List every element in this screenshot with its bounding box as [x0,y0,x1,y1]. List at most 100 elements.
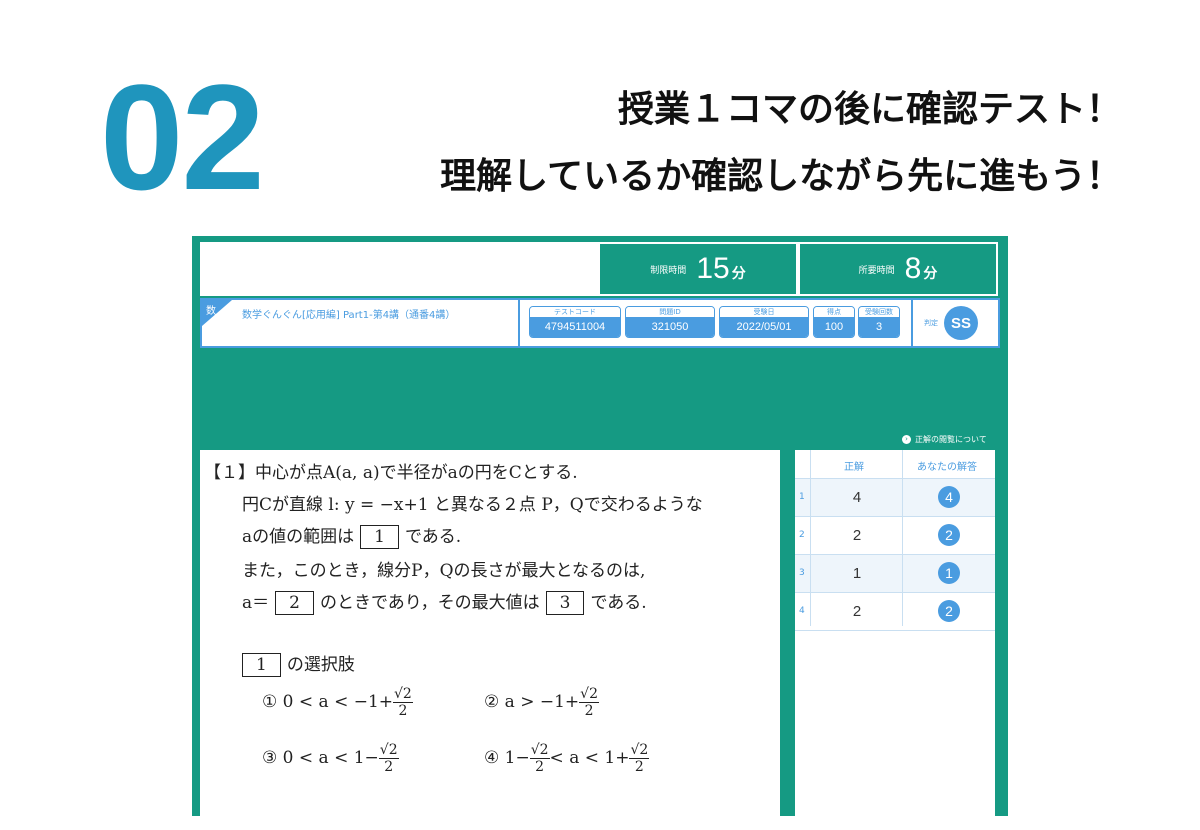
choice-mark: ② [484,692,500,712]
answer-note-label: 正解の閲覧について [915,435,987,444]
choice-mark: ④ [484,748,500,768]
headline-line1: 授業１コマの後に確認テスト！ [617,89,1122,130]
time-limit-value: 15 [696,252,730,285]
choice-text: 1− [504,748,530,768]
course-title: 数学ぐんぐん[応用編] Part1-第4講（通番4講） [242,310,456,321]
fraction: √2 2 [629,742,650,775]
choice-mark: ③ [262,748,278,768]
row-index: 2 [799,530,805,540]
your-answer-badge: 4 [938,486,960,508]
question-text: である. [404,527,462,547]
field-label: 受験日 [720,307,808,317]
time-limit: 制限時間 15 分 [600,244,796,294]
answer-row: 3 1 1 [795,555,995,593]
answer-box-2: 2 [275,591,314,615]
fraction-numerator: √2 [393,686,413,703]
headline-line2: 理解しているか確認しながら先に進もう！ [440,156,1122,197]
step-number: 02 [100,53,265,221]
question-text: aの値の範囲は [242,527,355,547]
choice-text: 0 < a < 1− [282,748,379,768]
time-spent-unit: 分 [923,266,938,282]
question-line-2: 円Cが直線 l: y = −x+1 と異なる２点 P，Qで交わるような [242,495,703,515]
question-text: である. [590,593,647,613]
question-text: a＝ [242,593,270,613]
column-divider [902,450,903,626]
choice-text: a > −1+ [504,692,580,712]
question-text: 中心が点A(a, a)で半径がaの円をCとする. [255,463,578,483]
answer-note-link[interactable]: › 正解の閲覧について [902,434,987,445]
field-value: 4794511004 [530,317,620,337]
field-value: 100 [814,317,854,337]
fraction-denominator: 2 [398,703,408,719]
question-number: 【１】 [204,463,255,483]
header-correct: 正解 [844,462,864,473]
test-info-bar: 数 数学ぐんぐん[応用編] Part1-第4講（通番4講） テストコード 479… [200,298,1000,348]
row-index: 4 [799,606,805,616]
field-score: 得点 100 [813,306,855,338]
field-label: 問題ID [626,307,714,317]
field-label: テストコード [530,307,620,317]
choice-3: ③ 0 < a < 1− √2 2 [262,742,399,775]
fraction-denominator: 2 [535,759,545,775]
answer-row: 1 4 4 [795,479,995,517]
divider [518,300,520,346]
question-text: のときであり，その最大値は [319,593,540,613]
choice-text: < a < 1+ [549,748,630,768]
fraction-numerator: √2 [629,742,650,759]
your-answer-badge: 1 [938,562,960,584]
field-attempts: 受験回数 3 [858,306,900,338]
fraction: √2 2 [378,742,399,775]
choice-1: ① 0 < a < −1+ √2 2 [262,686,413,719]
field-exam-date: 受験日 2022/05/01 [719,306,809,338]
fraction-numerator: √2 [529,742,550,759]
answer-box-3: 3 [545,591,585,615]
fraction: √2 2 [529,742,550,775]
answer-box-1: 1 [360,525,399,549]
choice-mark: ① [262,692,278,712]
choice-2: ② a > −1+ √2 2 [484,686,599,719]
answer-table: 正解 あなたの解答 1 4 4 2 2 2 3 1 1 4 2 2 [795,450,995,830]
test-app-window: 制限時間 15 分 所要時間 8 分 数 数学ぐんぐん[応用編] Part1-第… [192,236,1008,830]
choices-heading-text: の選択肢 [286,655,355,675]
fraction-denominator: 2 [634,759,644,775]
choice-4: ④ 1− √2 2 < a < 1+ √2 2 [484,742,650,775]
correct-answer: 1 [852,565,862,582]
correct-answer: 4 [852,489,862,506]
fraction: √2 2 [579,686,599,719]
field-value: 2022/05/01 [720,317,808,337]
time-spent: 所要時間 8 分 [800,244,996,294]
choices-box: 1 [242,653,281,677]
fraction-numerator: √2 [579,686,599,703]
question-panel: 【１】中心が点A(a, a)で半径がaの円をCとする. 円Cが直線 l: y =… [200,450,780,830]
fraction-denominator: 2 [584,703,594,719]
subject-badge-label: 数 [206,306,216,317]
correct-answer: 2 [852,527,862,544]
field-value: 321050 [626,317,714,337]
choices-heading: 1 の選択肢 [242,650,355,677]
answer-row: 4 2 2 [795,593,995,631]
question-line-4: また，このとき，線分P，Qの長さが最大となるのは, [242,561,646,581]
field-problem-id: 問題ID 321050 [625,306,715,338]
time-spent-value: 8 [904,252,922,285]
correct-answer: 2 [852,603,862,620]
field-label: 受験回数 [859,307,899,317]
fraction-numerator: √2 [378,742,399,759]
your-answer-badge: 2 [938,600,960,622]
verdict-badge: SS [944,306,978,340]
answer-table-header: 正解 あなたの解答 [795,450,995,479]
choice-text: 0 < a < −1+ [282,692,394,712]
chevron-right-icon: › [902,435,911,444]
field-label: 得点 [814,307,854,317]
row-index: 1 [799,492,805,502]
verdict-label: 判定 [924,319,938,327]
fraction-denominator: 2 [384,759,394,775]
question-line-3: aの値の範囲は 1 である. [242,522,461,549]
time-limit-label: 制限時間 [650,265,687,276]
divider [911,300,913,346]
fraction: √2 2 [393,686,413,719]
question-line-1: 【１】中心が点A(a, a)で半径がaの円をCとする. [204,458,578,483]
question-line-5: a＝ 2 のときであり，その最大値は 3 である. [242,588,647,615]
answer-row: 2 2 2 [795,517,995,555]
column-divider [810,450,811,626]
time-bar: 制限時間 15 分 所要時間 8 分 [200,242,998,296]
